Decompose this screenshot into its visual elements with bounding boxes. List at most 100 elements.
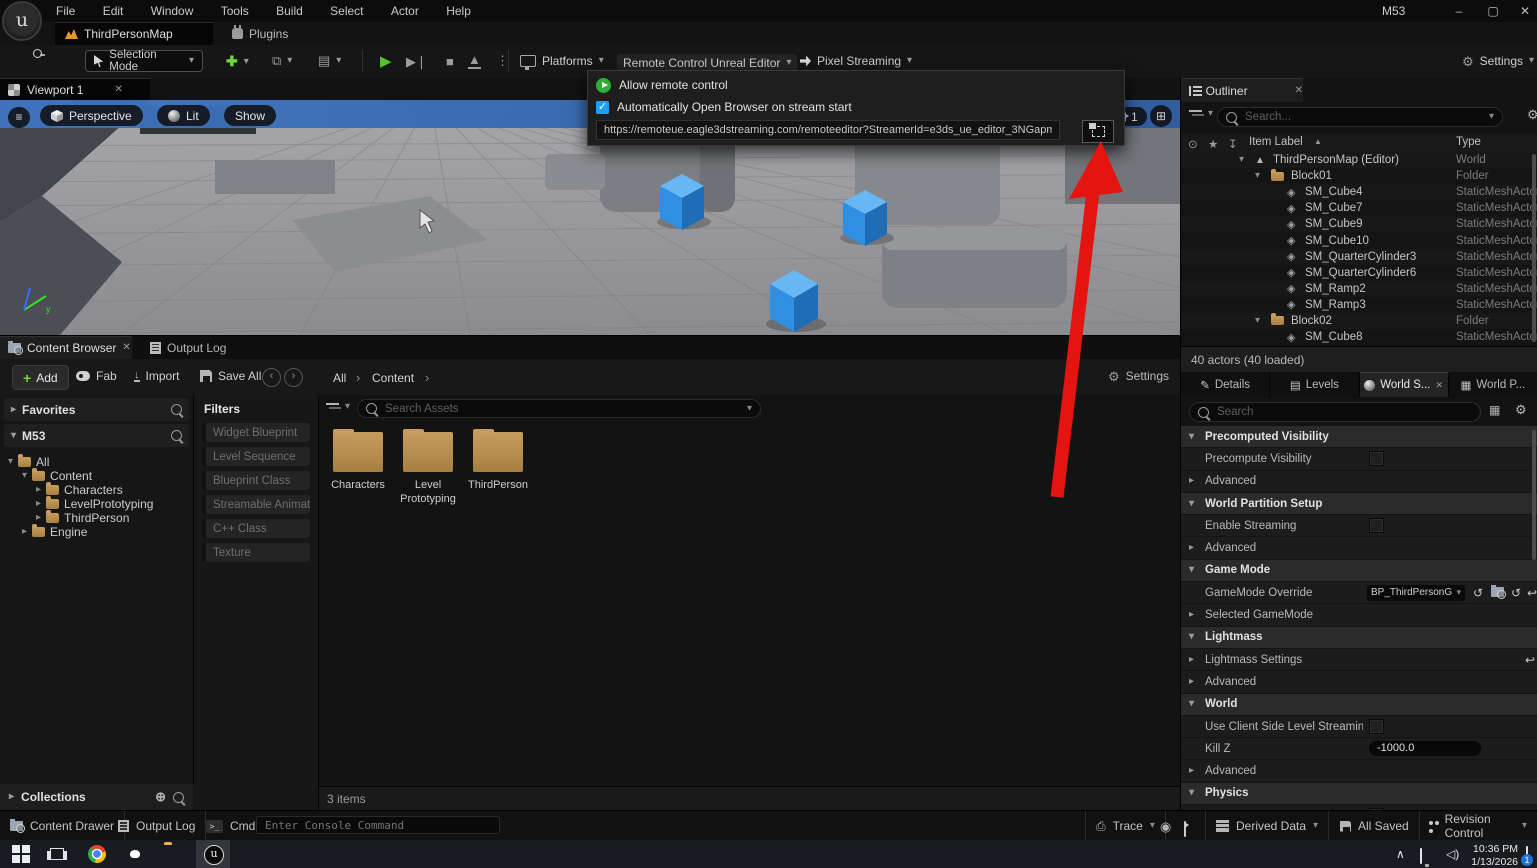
filter-widget-blueprint[interactable]: Widget Blueprint bbox=[202, 423, 310, 442]
outliner-row[interactable]: ◈ SM_Cube9 StaticMeshActor bbox=[1181, 216, 1537, 233]
maximize-button[interactable]: ▢ bbox=[1486, 4, 1500, 18]
copy-url-button[interactable] bbox=[1082, 120, 1114, 143]
outliner-row[interactable]: ◈ SM_Ramp3 StaticMeshActor bbox=[1181, 296, 1537, 313]
chevron-down-icon[interactable] bbox=[1489, 112, 1494, 122]
tab-world-settings[interactable]: World S... bbox=[1359, 372, 1449, 397]
advanced-row[interactable]: Advanced bbox=[1181, 760, 1537, 783]
outliner-scrollbar[interactable] bbox=[1532, 154, 1536, 342]
visibility-column-icon[interactable]: ⊙ bbox=[1188, 137, 1198, 151]
lit-dropdown[interactable]: Lit bbox=[157, 105, 210, 126]
details-scrollbar[interactable] bbox=[1532, 430, 1536, 560]
tree-item-characters[interactable]: Characters bbox=[8, 481, 193, 497]
play-button[interactable]: ▶ bbox=[380, 52, 392, 70]
folder-tile-thirdperson[interactable]: ThirdPerson bbox=[465, 428, 531, 493]
tree-item-content[interactable]: Content bbox=[8, 467, 193, 483]
selection-mode-dropdown[interactable]: Selection Mode bbox=[85, 49, 203, 73]
tree-item-thirdperson[interactable]: ThirdPerson bbox=[8, 509, 193, 525]
folder-tile-characters[interactable]: Characters bbox=[325, 428, 391, 493]
checkbox[interactable] bbox=[1369, 719, 1384, 734]
copy-reference-icon[interactable]: ↺ bbox=[1511, 586, 1521, 600]
asset-search-input[interactable] bbox=[383, 401, 741, 416]
search-icon[interactable] bbox=[171, 404, 182, 415]
advanced-row[interactable]: Advanced bbox=[1181, 537, 1537, 560]
start-button[interactable] bbox=[12, 845, 30, 863]
filter-blueprint-class[interactable]: Blueprint Class bbox=[202, 471, 310, 490]
frame-skip-button[interactable]: ▶❘ bbox=[406, 54, 427, 70]
tree-item-engine[interactable]: Engine bbox=[8, 523, 193, 539]
use-selected-asset-icon[interactable]: ↺ bbox=[1473, 586, 1483, 600]
show-dropdown[interactable]: Show bbox=[224, 105, 277, 126]
checkbox[interactable] bbox=[1369, 518, 1384, 534]
outliner-search-input[interactable] bbox=[1243, 110, 1483, 124]
trace-dropdown[interactable]: ⎙ Trace bbox=[1085, 811, 1166, 841]
menu-window[interactable]: Window bbox=[139, 0, 206, 22]
task-view-icon[interactable] bbox=[47, 845, 67, 863]
outliner-row[interactable]: ◈ SM_QuarterCylinder6 StaticMeshActor bbox=[1181, 264, 1537, 281]
tab-viewport-1[interactable]: Viewport 1 bbox=[0, 78, 150, 100]
filter-level-sequence[interactable]: Level Sequence bbox=[202, 447, 310, 466]
chevron-down-icon[interactable] bbox=[747, 404, 752, 414]
allow-remote-control-item[interactable]: Allow remote control bbox=[588, 74, 1124, 96]
platforms-dropdown[interactable]: Platforms bbox=[520, 54, 604, 70]
gamemode-override-dropdown[interactable]: BP_ThirdPersonG bbox=[1367, 584, 1465, 601]
details-settings-icon[interactable] bbox=[1515, 403, 1527, 416]
tab-plugins[interactable]: Plugins bbox=[222, 22, 298, 45]
output-log-button[interactable]: Output Log bbox=[108, 811, 207, 841]
eject-button[interactable]: ▲ bbox=[468, 52, 481, 69]
tab-content-browser[interactable]: Content Browser bbox=[0, 336, 132, 359]
menu-tools[interactable]: Tools bbox=[209, 0, 261, 22]
add-collection-icon[interactable]: ⊕ bbox=[155, 789, 166, 805]
advanced-row[interactable]: Advanced bbox=[1181, 671, 1537, 694]
pin-column-icon[interactable]: ↧ bbox=[1228, 137, 1238, 151]
minimize-button[interactable]: – bbox=[1452, 4, 1466, 18]
asset-filter-icon[interactable] bbox=[326, 402, 350, 412]
close-icon[interactable] bbox=[114, 85, 122, 95]
details-search-input[interactable] bbox=[1215, 405, 1472, 419]
outliner-row[interactable]: ▲ThirdPersonMap (Editor)World bbox=[1181, 152, 1537, 169]
tab-world-partition[interactable]: ▦ World P... bbox=[1449, 372, 1537, 397]
viewport-options-icon[interactable] bbox=[8, 107, 30, 128]
outliner-settings-icon[interactable] bbox=[1527, 108, 1537, 121]
browse-asset-icon[interactable] bbox=[1491, 585, 1506, 600]
outliner-row[interactable]: ◈ SM_QuarterCylinder3 StaticMeshActor bbox=[1181, 248, 1537, 265]
content-drawer-button[interactable]: Content Drawer bbox=[0, 811, 126, 841]
content-browser-settings[interactable]: Settings bbox=[1108, 369, 1169, 383]
tab-outliner[interactable]: Outliner bbox=[1181, 78, 1303, 102]
revision-control-dropdown[interactable]: Revision Control bbox=[1418, 811, 1537, 841]
add-actor-button[interactable]: ✚ bbox=[226, 53, 249, 70]
asset-search[interactable] bbox=[357, 399, 761, 418]
outliner-row[interactable]: Block01Folder bbox=[1181, 168, 1537, 185]
outliner-row[interactable]: ◈ SM_Cube8 StaticMeshActor bbox=[1181, 329, 1537, 346]
screenshot-icon[interactable] bbox=[1184, 821, 1186, 837]
outliner-row[interactable]: ◈ SM_Ramp2 StaticMeshActor bbox=[1181, 280, 1537, 297]
breadcrumb-content[interactable]: Content bbox=[372, 371, 414, 385]
pixel-streaming-dropdown[interactable]: Pixel Streaming bbox=[800, 54, 912, 68]
maximize-viewport-icon[interactable]: ⊞ bbox=[1150, 105, 1172, 127]
reset-icon[interactable]: ↩ bbox=[1525, 653, 1535, 667]
tab-thirdpersonmap[interactable]: ThirdPersonMap bbox=[55, 22, 213, 45]
add-button[interactable]: + Add bbox=[12, 365, 69, 390]
stream-url-input[interactable] bbox=[596, 120, 1060, 140]
derived-data-dropdown[interactable]: Derived Data bbox=[1205, 811, 1330, 841]
advanced-row[interactable]: Lightmass Settings↩ bbox=[1181, 648, 1537, 672]
section-header[interactable]: Precomputed Visibility bbox=[1181, 426, 1537, 449]
folder-tile-level-prototyping[interactable]: Level Prototyping bbox=[395, 428, 461, 507]
section-header[interactable]: Physics bbox=[1181, 782, 1537, 806]
favorites-header[interactable]: Favorites bbox=[4, 398, 189, 421]
close-button[interactable]: ✕ bbox=[1518, 4, 1532, 18]
project-header[interactable]: M53 bbox=[4, 424, 189, 447]
tab-output-log[interactable]: Output Log bbox=[142, 336, 234, 359]
close-icon[interactable] bbox=[1295, 86, 1303, 96]
details-search[interactable] bbox=[1189, 402, 1481, 422]
menu-actor[interactable]: Actor bbox=[379, 0, 431, 22]
session-icon[interactable]: ◉ bbox=[1160, 819, 1171, 835]
reset-icon[interactable]: ↩ bbox=[1527, 586, 1537, 600]
close-icon[interactable] bbox=[122, 343, 130, 353]
kill-z-input[interactable]: -1000.0 bbox=[1369, 741, 1481, 757]
menu-file[interactable]: File bbox=[44, 0, 87, 22]
import-button[interactable]: ↓ Import bbox=[134, 369, 180, 383]
clock[interactable]: 10:36 PM 1/13/2026 bbox=[1470, 843, 1518, 868]
notification-icon[interactable]: 1 bbox=[1521, 846, 1533, 866]
forward-icon[interactable]: › bbox=[284, 368, 303, 387]
menu-help[interactable]: Help bbox=[434, 0, 483, 22]
